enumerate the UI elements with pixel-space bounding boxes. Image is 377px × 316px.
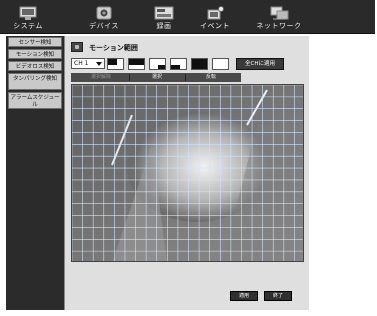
tab-record[interactable]: 録画 [142, 4, 186, 32]
sidebar-item-label: モーション検知 [15, 52, 55, 58]
monitor-icon [19, 6, 37, 20]
sidebar-item-label: センサー検知 [18, 40, 52, 46]
sidebar-item-label: タンパリング検知 [12, 76, 57, 82]
recorder-icon [154, 6, 174, 20]
empty-area [309, 36, 375, 310]
motion-area-panel: モーション範囲 CH 1 全CHに適用 選択解除 選択 反転 適用 終了 [64, 36, 309, 310]
apply-all-channels-button[interactable]: 全CHに適用 [236, 58, 284, 70]
tab-label: デバイス [89, 22, 119, 30]
channel-select[interactable]: CH 1 [71, 58, 105, 69]
clear-selection-button[interactable]: 選択解除 [75, 73, 127, 82]
chevron-down-icon [96, 62, 102, 66]
camera-icon [96, 6, 112, 20]
top-navigation: システム デバイス 録画 イベント ネットワーク [0, 0, 375, 34]
sidebar-item-tampering[interactable]: タンパリング検知 [8, 73, 62, 90]
page-title: モーション範囲 [89, 44, 138, 52]
sidebar-item-alarm-schedule[interactable]: アラームスケジュール [8, 92, 62, 109]
preset-fill [192, 59, 207, 69]
area-preset-full-button[interactable] [191, 58, 208, 70]
tab-label: システム [13, 22, 43, 30]
preset-fill [108, 59, 117, 65]
area-preset-top-button[interactable] [128, 58, 145, 70]
area-preset-bottom-right-button[interactable] [149, 58, 166, 70]
preset-fill [129, 59, 144, 65]
alarm-icon [207, 6, 224, 20]
sidebar-item-motion[interactable]: モーション検知 [8, 49, 62, 59]
sidebar-item-videoloss[interactable]: ビデオロス検知 [8, 61, 62, 71]
camera-preview [72, 85, 303, 261]
sidebar-item-sensor[interactable]: センサー検知 [8, 37, 62, 47]
tab-system[interactable]: システム [6, 4, 50, 32]
sidebar-item-label: ビデオロス検知 [15, 64, 55, 70]
tab-network[interactable]: ネットワーク [252, 4, 306, 32]
motion-area-icon [71, 42, 83, 52]
tab-device[interactable]: デバイス [82, 4, 126, 32]
motion-grid[interactable] [71, 84, 304, 262]
tab-event[interactable]: イベント [193, 4, 237, 32]
apply-button[interactable]: 適用 [230, 291, 258, 301]
select-button[interactable]: 選択 [131, 73, 183, 82]
tab-label: イベント [200, 22, 230, 30]
invert-button[interactable]: 反転 [185, 73, 237, 82]
app-window: システム デバイス 録画 イベント ネットワーク センサー検知 モーション検知 … [0, 0, 377, 316]
close-button[interactable]: 終了 [264, 291, 292, 301]
sidebar-item-label: アラームスケジュール [10, 95, 60, 108]
network-icon [270, 6, 289, 20]
preset-fill [171, 65, 180, 69]
selection-toolbar: 選択解除 選択 反転 [71, 73, 241, 82]
channel-value: CH 1 [74, 60, 89, 67]
tab-label: 録画 [156, 22, 172, 30]
area-preset-top-left-button[interactable] [107, 58, 124, 70]
divider [129, 74, 130, 81]
preset-fill [158, 65, 165, 69]
sidebar: センサー検知 モーション検知 ビデオロス検知 タンパリング検知 アラームスケジュ… [6, 36, 64, 310]
tab-label: ネットワーク [256, 22, 302, 30]
area-preset-none-button[interactable] [212, 58, 229, 70]
area-preset-bottom-left-button[interactable] [170, 58, 187, 70]
